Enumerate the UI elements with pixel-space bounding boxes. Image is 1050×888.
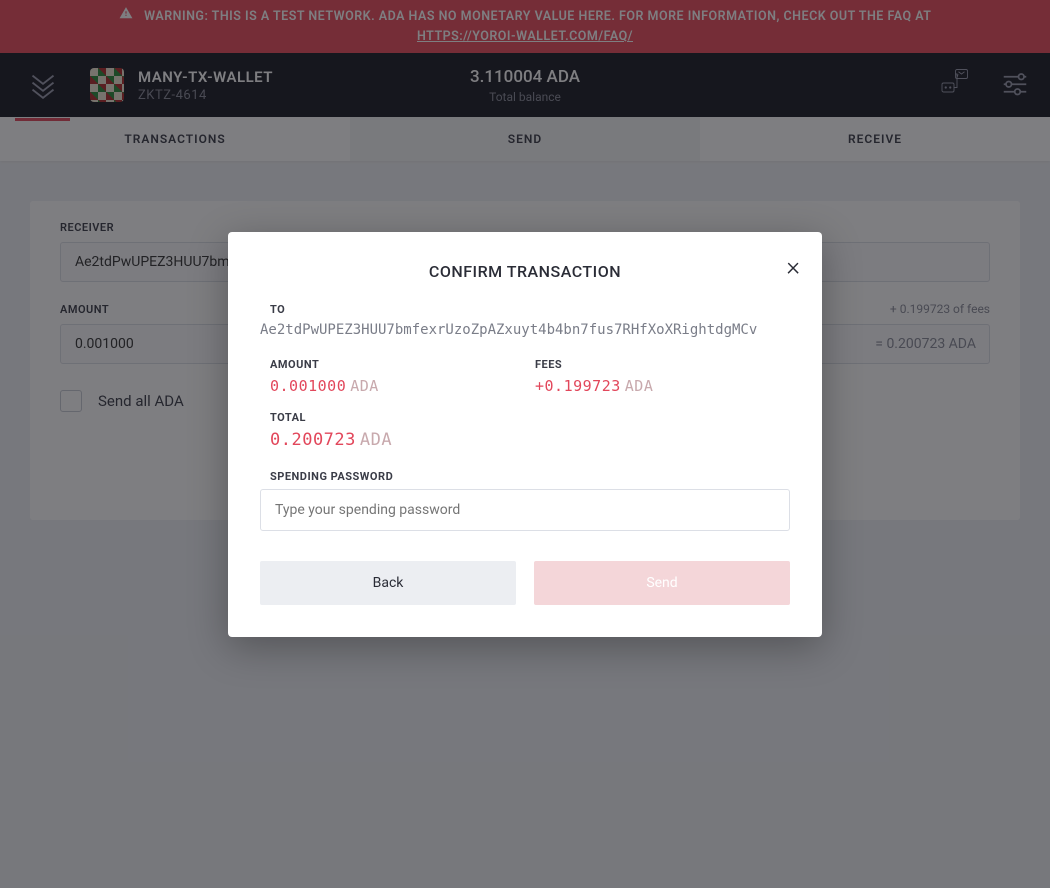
modal-total-label: TOTAL [270,411,790,424]
modal-amount-label: AMOUNT [270,358,525,371]
to-address: Ae2tdPwUPEZ3HUU7bmfexrUzoZpAZxuyt4b4bn7f… [260,322,790,338]
dialog-title: CONFIRM TRANSACTION [260,262,790,281]
send-button[interactable]: Send [534,561,790,605]
to-label: TO [260,303,790,316]
close-icon[interactable]: × [786,254,800,280]
spending-password-label: SPENDING PASSWORD [270,470,790,483]
confirm-transaction-dialog: CONFIRM TRANSACTION × TO Ae2tdPwUPEZ3HUU… [228,232,822,637]
modal-total-value: 0.200723ADA [270,430,790,450]
back-button[interactable]: Back [260,561,516,605]
modal-fees-value: +0.199723ADA [535,377,790,395]
modal-amount-value: 0.001000ADA [270,377,525,395]
spending-password-input[interactable] [260,489,790,531]
modal-fees-label: FEES [535,358,790,371]
